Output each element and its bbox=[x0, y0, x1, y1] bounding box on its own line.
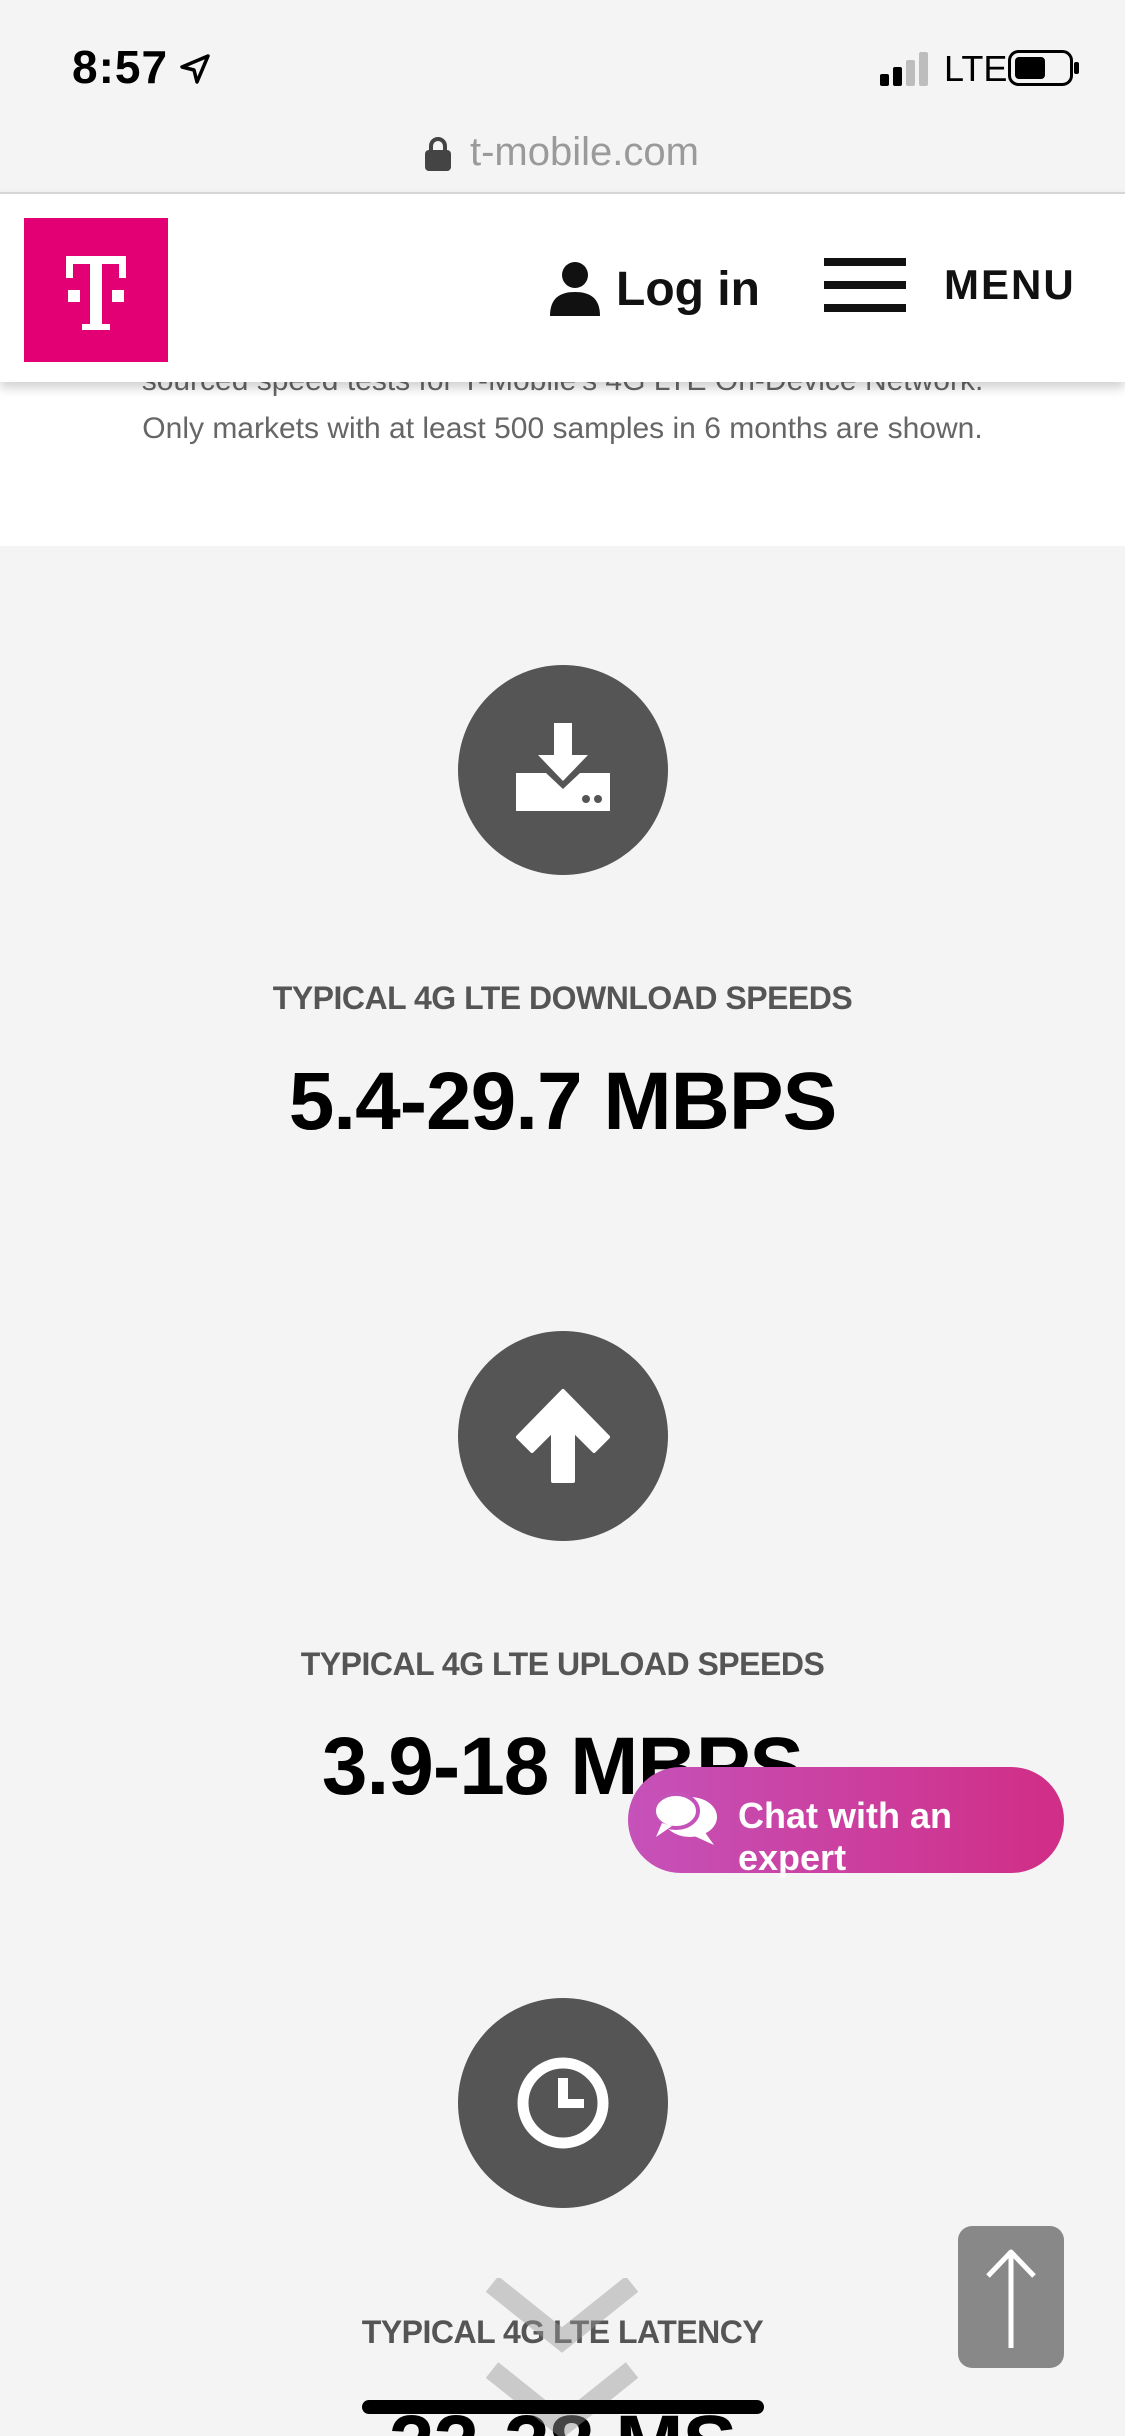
login-button[interactable]: Log in bbox=[548, 254, 760, 324]
intro-block: sourced speed tests for T-Mobile's 4G LT… bbox=[0, 360, 1125, 546]
menu-label: MENU bbox=[944, 261, 1076, 308]
network-type: LTE bbox=[944, 48, 1008, 89]
download-speed-value: 5.4-29.7 MBPS bbox=[288, 1056, 838, 1147]
t-logo-icon bbox=[66, 256, 126, 330]
upload-arrow-icon bbox=[516, 1389, 610, 1483]
battery-icon bbox=[1008, 50, 1079, 86]
download-speed-label: TYPICAL 4G LTE DOWNLOAD SPEEDS bbox=[272, 980, 853, 1016]
status-bar: 8:57 LTE bbox=[0, 0, 1125, 132]
t-mobile-logo[interactable] bbox=[24, 218, 168, 362]
latency-icon-circle bbox=[458, 1998, 668, 2208]
menu-button[interactable]: MENU bbox=[824, 250, 1076, 320]
url-text: t-mobile.com bbox=[470, 130, 699, 174]
signal-bars-icon bbox=[880, 52, 928, 86]
lock-icon bbox=[425, 137, 451, 171]
intro-line-2: Only markets with at least 500 samples i… bbox=[142, 412, 983, 445]
site-header: Log in MENU bbox=[0, 192, 1125, 382]
url-bar[interactable]: t-mobile.com bbox=[0, 120, 1125, 192]
upload-icon-circle bbox=[458, 1331, 668, 1541]
download-icon bbox=[516, 723, 610, 811]
download-icon-circle bbox=[458, 665, 668, 875]
user-icon bbox=[550, 262, 600, 316]
clock-icon bbox=[517, 2057, 609, 2149]
home-indicator[interactable] bbox=[362, 2400, 764, 2414]
location-arrow-icon bbox=[180, 54, 210, 84]
chat-bubbles-icon bbox=[652, 1792, 717, 1845]
upload-speed-label: TYPICAL 4G LTE UPLOAD SPEEDS bbox=[300, 1646, 825, 1682]
chat-with-expert-button[interactable]: Chat with an expert bbox=[628, 1767, 1064, 1878]
chat-label: Chat with an expert bbox=[738, 1795, 952, 1878]
login-label: Log in bbox=[616, 262, 760, 316]
hamburger-menu-icon bbox=[824, 258, 906, 312]
scroll-to-top-button[interactable] bbox=[958, 2226, 1064, 2368]
arrow-up-icon bbox=[986, 2249, 1036, 2348]
status-time: 8:57 bbox=[72, 41, 169, 93]
